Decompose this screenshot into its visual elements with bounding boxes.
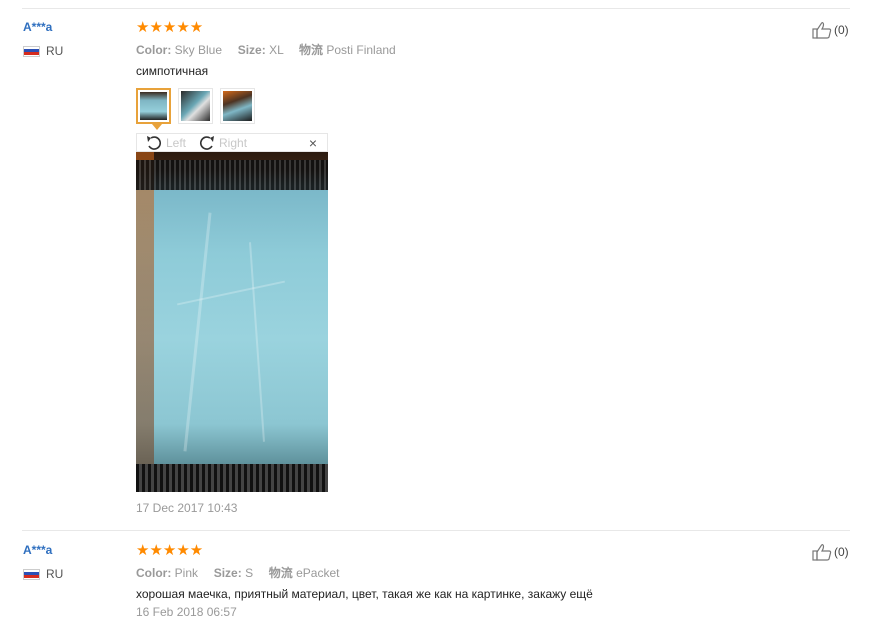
lace-top	[136, 160, 328, 190]
thumbnail-image	[181, 91, 210, 121]
thumbnail-2[interactable]	[178, 88, 213, 124]
russia-flag-icon	[23, 568, 40, 580]
thumbs-up-icon	[812, 22, 832, 39]
star-rating: ★★★★★	[136, 543, 203, 558]
fabric-fold	[249, 242, 265, 442]
size-value: S	[245, 566, 254, 580]
review-thumbnails	[136, 88, 262, 130]
image-viewer: Left Right ×	[136, 133, 328, 492]
logistics-value: Posti Finland	[326, 43, 396, 57]
review-date: 17 Dec 2017 10:43	[136, 501, 238, 515]
helpful-button[interactable]: (0)	[812, 543, 849, 561]
thumbnail-1[interactable]	[136, 88, 171, 130]
order-attributes: Color: Pink Size: S 物流 ePacket	[136, 564, 339, 581]
size-value: XL	[269, 43, 284, 57]
close-icon[interactable]: ×	[309, 135, 317, 151]
review-text: хорошая маечка, приятный материал, цвет,…	[136, 587, 593, 601]
color-label: Color:	[136, 566, 172, 580]
review-date: 16 Feb 2018 06:57	[136, 605, 237, 619]
rotate-left-label: Left	[166, 135, 187, 150]
color-value: Pink	[174, 566, 199, 580]
helpful-button[interactable]: (0)	[812, 21, 849, 39]
order-attributes: Color: Sky Blue Size: XL 物流 Posti Finlan…	[136, 41, 396, 58]
thumbnail-image	[223, 91, 252, 121]
logistics-label: 物流	[299, 43, 324, 57]
logistics-value: ePacket	[296, 566, 340, 580]
review-photo[interactable]	[136, 152, 328, 492]
thumbs-up-icon	[812, 544, 832, 561]
reviewer-country: RU	[23, 567, 63, 581]
color-label: Color:	[136, 43, 172, 57]
size-label: Size:	[213, 566, 242, 580]
rotate-left-button[interactable]: Left	[145, 135, 186, 151]
fabric-fold	[183, 212, 212, 452]
size-label: Size:	[237, 43, 266, 57]
star-rating: ★★★★★	[136, 20, 203, 35]
rotate-right-label: Right	[219, 135, 248, 150]
fabric-fold	[176, 280, 286, 306]
rotate-right-button[interactable]: Right	[198, 135, 247, 151]
reviewer-country: RU	[23, 44, 63, 58]
divider-top	[22, 8, 850, 9]
photo-background	[136, 152, 154, 492]
country-code: RU	[46, 567, 64, 581]
logistics-label: 物流	[268, 566, 293, 580]
viewer-toolbar: Left Right ×	[136, 133, 328, 152]
reviewer-name[interactable]: A***a	[23, 20, 52, 34]
active-caret-icon	[152, 124, 162, 130]
thumbnail-image	[140, 92, 167, 120]
lace-bottom	[136, 464, 328, 492]
helpful-count: (0)	[834, 545, 849, 559]
country-code: RU	[46, 44, 64, 58]
thumbnail-3[interactable]	[220, 88, 255, 124]
rotate-left-icon	[147, 135, 162, 150]
rotate-right-icon	[200, 135, 215, 150]
stars-icon: ★★★★★	[136, 542, 204, 559]
color-value: Sky Blue	[174, 43, 223, 57]
review-text: симпотичная	[136, 64, 209, 78]
russia-flag-icon	[23, 45, 40, 57]
stars-icon: ★★★★★	[136, 19, 204, 36]
helpful-count: (0)	[834, 23, 849, 37]
reviewer-name[interactable]: A***a	[23, 543, 52, 557]
divider-middle	[22, 530, 850, 531]
